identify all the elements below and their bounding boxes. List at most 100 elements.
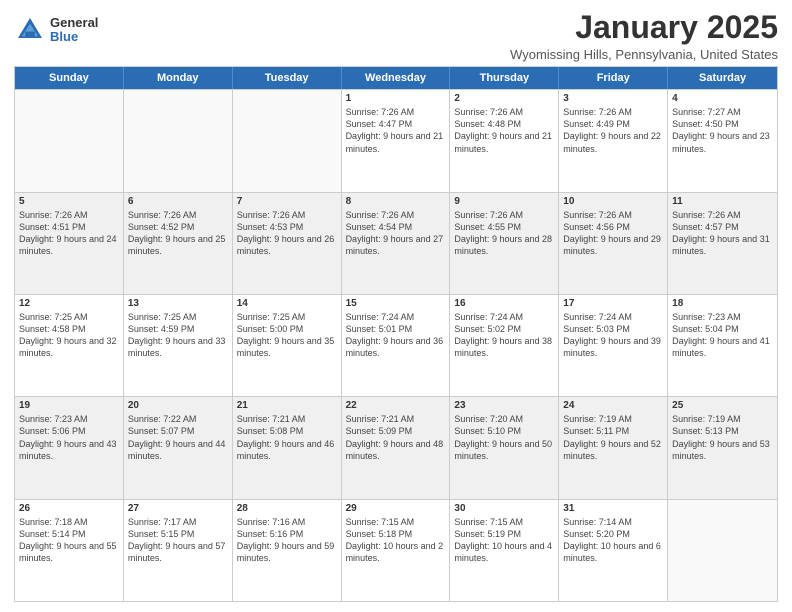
day-number: 29 xyxy=(346,503,446,514)
cell-info: Sunrise: 7:19 AM Sunset: 5:13 PM Dayligh… xyxy=(672,413,773,462)
logo: General Blue xyxy=(14,14,98,46)
calendar-cell: 18 Sunrise: 7:23 AM Sunset: 5:04 PM Dayli… xyxy=(668,295,777,396)
day-number: 2 xyxy=(454,93,554,104)
calendar-cell: 4 Sunrise: 7:27 AM Sunset: 4:50 PM Daylig… xyxy=(668,90,777,191)
day-number: 12 xyxy=(19,298,119,309)
cell-info: Sunrise: 7:24 AM Sunset: 5:03 PM Dayligh… xyxy=(563,311,663,360)
day-number: 11 xyxy=(672,196,773,207)
cell-info: Sunrise: 7:18 AM Sunset: 5:14 PM Dayligh… xyxy=(19,516,119,565)
day-number: 19 xyxy=(19,400,119,411)
cell-info: Sunrise: 7:25 AM Sunset: 4:58 PM Dayligh… xyxy=(19,311,119,360)
logo-blue-text: Blue xyxy=(50,30,98,44)
cell-info: Sunrise: 7:21 AM Sunset: 5:09 PM Dayligh… xyxy=(346,413,446,462)
day-number: 21 xyxy=(237,400,337,411)
calendar-header-cell: Monday xyxy=(124,67,233,89)
cell-info: Sunrise: 7:26 AM Sunset: 4:51 PM Dayligh… xyxy=(19,209,119,258)
cell-info: Sunrise: 7:17 AM Sunset: 5:15 PM Dayligh… xyxy=(128,516,228,565)
logo-text: General Blue xyxy=(50,16,98,45)
cell-info: Sunrise: 7:26 AM Sunset: 4:55 PM Dayligh… xyxy=(454,209,554,258)
day-number: 23 xyxy=(454,400,554,411)
cell-info: Sunrise: 7:20 AM Sunset: 5:10 PM Dayligh… xyxy=(454,413,554,462)
calendar-cell: 15 Sunrise: 7:24 AM Sunset: 5:01 PM Dayli… xyxy=(342,295,451,396)
calendar-cell: 29 Sunrise: 7:15 AM Sunset: 5:18 PM Dayli… xyxy=(342,500,451,601)
calendar-header-cell: Sunday xyxy=(15,67,124,89)
calendar-cell: 20 Sunrise: 7:22 AM Sunset: 5:07 PM Dayli… xyxy=(124,397,233,498)
cell-info: Sunrise: 7:15 AM Sunset: 5:18 PM Dayligh… xyxy=(346,516,446,565)
day-number: 27 xyxy=(128,503,228,514)
calendar-cell xyxy=(233,90,342,191)
day-number: 24 xyxy=(563,400,663,411)
calendar-cell: 8Sunrise: 7:26 AM Sunset: 4:54 PM Daylig… xyxy=(342,193,451,294)
cell-info: Sunrise: 7:24 AM Sunset: 5:02 PM Dayligh… xyxy=(454,311,554,360)
calendar-week: 5Sunrise: 7:26 AM Sunset: 4:51 PM Daylig… xyxy=(15,192,777,294)
calendar-cell: 7 Sunrise: 7:26 AM Sunset: 4:53 PM Daylig… xyxy=(233,193,342,294)
day-number: 30 xyxy=(454,503,554,514)
cell-info: Sunrise: 7:14 AM Sunset: 5:20 PM Dayligh… xyxy=(563,516,663,565)
calendar-cell: 22Sunrise: 7:21 AM Sunset: 5:09 PM Dayli… xyxy=(342,397,451,498)
day-number: 16 xyxy=(454,298,554,309)
calendar-cell: 9 Sunrise: 7:26 AM Sunset: 4:55 PM Daylig… xyxy=(450,193,559,294)
day-number: 13 xyxy=(128,298,228,309)
calendar-cell: 27 Sunrise: 7:17 AM Sunset: 5:15 PM Dayli… xyxy=(124,500,233,601)
calendar-cell: 16 Sunrise: 7:24 AM Sunset: 5:02 PM Dayli… xyxy=(450,295,559,396)
cell-info: Sunrise: 7:22 AM Sunset: 5:07 PM Dayligh… xyxy=(128,413,228,462)
cell-info: Sunrise: 7:27 AM Sunset: 4:50 PM Dayligh… xyxy=(672,106,773,155)
calendar-cell: 13 Sunrise: 7:25 AM Sunset: 4:59 PM Dayli… xyxy=(124,295,233,396)
title-block: January 2025 Wyomissing Hills, Pennsylva… xyxy=(510,10,778,62)
cell-info: Sunrise: 7:26 AM Sunset: 4:47 PM Dayligh… xyxy=(346,106,446,155)
day-number: 25 xyxy=(672,400,773,411)
cell-info: Sunrise: 7:16 AM Sunset: 5:16 PM Dayligh… xyxy=(237,516,337,565)
day-number: 14 xyxy=(237,298,337,309)
cell-info: Sunrise: 7:26 AM Sunset: 4:49 PM Dayligh… xyxy=(563,106,663,155)
calendar-cell: 19Sunrise: 7:23 AM Sunset: 5:06 PM Dayli… xyxy=(15,397,124,498)
calendar-cell: 24Sunrise: 7:19 AM Sunset: 5:11 PM Dayli… xyxy=(559,397,668,498)
calendar-cell: 10Sunrise: 7:26 AM Sunset: 4:56 PM Dayli… xyxy=(559,193,668,294)
calendar-cell xyxy=(668,500,777,601)
calendar-cell: 11Sunrise: 7:26 AM Sunset: 4:57 PM Dayli… xyxy=(668,193,777,294)
calendar-header-cell: Thursday xyxy=(450,67,559,89)
day-number: 28 xyxy=(237,503,337,514)
day-number: 9 xyxy=(454,196,554,207)
month-title: January 2025 xyxy=(510,10,778,45)
cell-info: Sunrise: 7:26 AM Sunset: 4:56 PM Dayligh… xyxy=(563,209,663,258)
calendar-week: 12 Sunrise: 7:25 AM Sunset: 4:58 PM Dayli… xyxy=(15,294,777,396)
day-number: 6 xyxy=(128,196,228,207)
calendar-cell: 30Sunrise: 7:15 AM Sunset: 5:19 PM Dayli… xyxy=(450,500,559,601)
calendar-cell: 14 Sunrise: 7:25 AM Sunset: 5:00 PM Dayli… xyxy=(233,295,342,396)
header: General Blue January 2025 Wyomissing Hil… xyxy=(14,10,778,62)
cell-info: Sunrise: 7:24 AM Sunset: 5:01 PM Dayligh… xyxy=(346,311,446,360)
calendar-cell: 5Sunrise: 7:26 AM Sunset: 4:51 PM Daylig… xyxy=(15,193,124,294)
logo-general-text: General xyxy=(50,16,98,30)
calendar-cell: 1 Sunrise: 7:26 AM Sunset: 4:47 PM Daylig… xyxy=(342,90,451,191)
calendar-header-row: SundayMondayTuesdayWednesdayThursdayFrid… xyxy=(15,67,777,89)
day-number: 1 xyxy=(346,93,446,104)
day-number: 7 xyxy=(237,196,337,207)
cell-info: Sunrise: 7:23 AM Sunset: 5:04 PM Dayligh… xyxy=(672,311,773,360)
calendar-header-cell: Saturday xyxy=(668,67,777,89)
day-number: 15 xyxy=(346,298,446,309)
day-number: 4 xyxy=(672,93,773,104)
calendar-cell: 31 Sunrise: 7:14 AM Sunset: 5:20 PM Dayli… xyxy=(559,500,668,601)
calendar-cell xyxy=(15,90,124,191)
cell-info: Sunrise: 7:26 AM Sunset: 4:48 PM Dayligh… xyxy=(454,106,554,155)
day-number: 26 xyxy=(19,503,119,514)
calendar-header-cell: Friday xyxy=(559,67,668,89)
calendar-cell: 17 Sunrise: 7:24 AM Sunset: 5:03 PM Dayli… xyxy=(559,295,668,396)
calendar-header-cell: Tuesday xyxy=(233,67,342,89)
calendar-cell: 21 Sunrise: 7:21 AM Sunset: 5:08 PM Dayli… xyxy=(233,397,342,498)
cell-info: Sunrise: 7:26 AM Sunset: 4:53 PM Dayligh… xyxy=(237,209,337,258)
cell-info: Sunrise: 7:25 AM Sunset: 4:59 PM Dayligh… xyxy=(128,311,228,360)
calendar-cell: 6 Sunrise: 7:26 AM Sunset: 4:52 PM Daylig… xyxy=(124,193,233,294)
cell-info: Sunrise: 7:21 AM Sunset: 5:08 PM Dayligh… xyxy=(237,413,337,462)
day-number: 17 xyxy=(563,298,663,309)
day-number: 20 xyxy=(128,400,228,411)
calendar-week: 19Sunrise: 7:23 AM Sunset: 5:06 PM Dayli… xyxy=(15,396,777,498)
day-number: 31 xyxy=(563,503,663,514)
day-number: 3 xyxy=(563,93,663,104)
calendar-cell: 25 Sunrise: 7:19 AM Sunset: 5:13 PM Dayli… xyxy=(668,397,777,498)
cell-info: Sunrise: 7:26 AM Sunset: 4:52 PM Dayligh… xyxy=(128,209,228,258)
day-number: 18 xyxy=(672,298,773,309)
cell-info: Sunrise: 7:26 AM Sunset: 4:54 PM Dayligh… xyxy=(346,209,446,258)
cell-info: Sunrise: 7:25 AM Sunset: 5:00 PM Dayligh… xyxy=(237,311,337,360)
calendar-cell: 2 Sunrise: 7:26 AM Sunset: 4:48 PM Daylig… xyxy=(450,90,559,191)
